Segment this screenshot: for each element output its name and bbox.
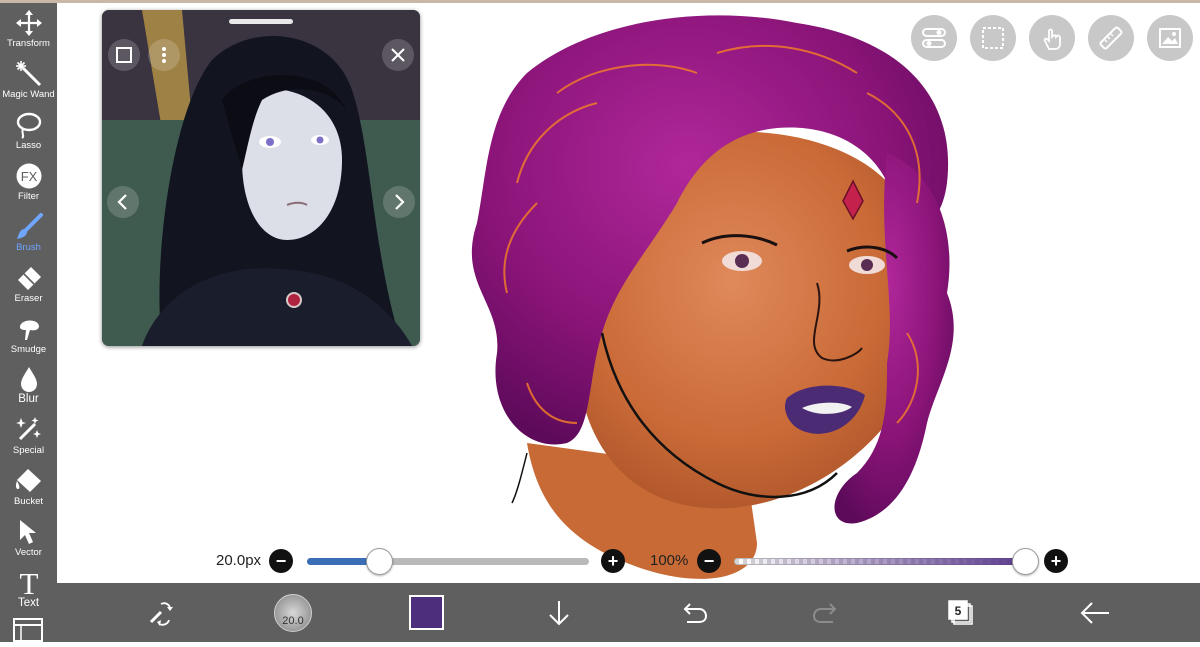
chevron-right-icon [395, 194, 405, 210]
chevron-left-icon [117, 194, 127, 210]
tool-eraser[interactable]: Eraser [0, 260, 57, 310]
tool-label: Blur [18, 393, 39, 405]
tool-special[interactable]: Special [0, 412, 57, 462]
tool-transform[interactable]: Transform [0, 5, 57, 55]
opacity-thumb[interactable] [1012, 548, 1039, 575]
transform-icon [15, 10, 42, 36]
tool-label: Bucket [13, 496, 44, 507]
text-icon: T [19, 567, 38, 597]
tool-label: Eraser [14, 293, 43, 304]
tool-label: Text [17, 597, 40, 609]
swap-button[interactable] [139, 583, 181, 642]
reference-fit-button[interactable] [108, 39, 140, 71]
color-button[interactable] [405, 583, 447, 642]
layers-icon: 5 [948, 599, 973, 625]
filter-icon: FX [16, 163, 41, 189]
lasso-icon [16, 112, 41, 139]
reference-menu-button[interactable] [148, 39, 180, 71]
ruler-button[interactable] [1088, 15, 1134, 61]
tool-smudge[interactable]: Smudge [0, 311, 57, 361]
blur-icon [20, 367, 37, 392]
settings-toggle-button[interactable] [911, 15, 957, 61]
current-color-swatch [408, 595, 444, 630]
tool-text[interactable]: T Text [0, 563, 57, 613]
tool-vector[interactable]: Vector [0, 514, 57, 564]
frame-icon[interactable] [13, 617, 43, 642]
swap-arrows-icon [149, 601, 173, 626]
special-icon [15, 417, 41, 441]
tool-label: Magic Wand [2, 89, 55, 100]
selection-icon [982, 27, 1004, 49]
toggle-icon [922, 28, 946, 48]
tool-label: Vector [15, 547, 42, 558]
tool-blur[interactable]: Blur [0, 361, 57, 411]
bottom-toolbar: 20.0 5 [57, 583, 1200, 642]
tool-label: Brush [16, 242, 41, 253]
tool-filter[interactable]: FX Filter [0, 158, 57, 208]
opacity-plus-button[interactable]: + [1044, 549, 1068, 573]
more-vertical-icon [162, 47, 166, 63]
brush-size-thumb[interactable] [366, 548, 393, 575]
undo-button[interactable] [672, 583, 714, 642]
bucket-icon [15, 469, 41, 492]
opacity-fill [734, 558, 1028, 565]
tool-label: Transform [7, 38, 50, 49]
eraser-icon [17, 267, 41, 290]
magic-wand-icon [15, 61, 41, 87]
close-icon [391, 48, 405, 62]
ruler-icon [1099, 26, 1123, 50]
tool-lasso[interactable]: Lasso [0, 107, 57, 157]
brush-icon [16, 213, 43, 239]
tool-label: Special [12, 445, 45, 456]
selection-button[interactable] [970, 15, 1016, 61]
image-icon [1159, 28, 1181, 48]
layer-count: 5 [955, 604, 962, 618]
brush-preview: 20.0 [274, 593, 312, 632]
tool-label: Filter [17, 191, 40, 202]
tool-label: Lasso [15, 140, 42, 151]
reference-window[interactable] [102, 10, 420, 346]
tool-sidebar: Transform Magic Wand Lasso FX Filter Bru… [0, 3, 57, 642]
svg-text:T: T [19, 567, 38, 597]
brush-size-value: 20.0px [216, 552, 262, 569]
arrow-down-icon [549, 600, 569, 625]
redo-icon [812, 602, 837, 623]
tool-brush[interactable]: Brush [0, 209, 57, 259]
brush-size-plus-button[interactable]: + [601, 549, 625, 573]
tool-bucket[interactable]: Bucket [0, 463, 57, 513]
arrow-left-icon [1080, 601, 1109, 624]
opacity-minus-button[interactable]: − [697, 549, 721, 573]
reference-prev-button[interactable] [107, 186, 139, 218]
brush-preview-size: 20.0 [282, 614, 304, 627]
smudge-icon [19, 320, 39, 340]
layers-button[interactable]: 5 [940, 583, 982, 642]
svg-text:FX: FX [20, 169, 37, 184]
vector-icon [19, 520, 36, 544]
hand-icon [1043, 28, 1061, 50]
reference-image-button[interactable] [1147, 15, 1193, 61]
tool-label: Smudge [10, 344, 47, 355]
opacity-value: 100% [650, 552, 689, 569]
back-button[interactable] [1074, 583, 1116, 642]
reference-close-button[interactable] [382, 39, 414, 71]
reference-drag-handle[interactable] [229, 19, 293, 24]
tool-magic-wand[interactable]: Magic Wand [0, 56, 57, 106]
redo-button[interactable] [806, 583, 848, 642]
brush-preview-button[interactable]: 20.0 [272, 583, 314, 642]
undo-icon [683, 602, 708, 623]
download-button[interactable] [538, 583, 580, 642]
brush-size-minus-button[interactable]: − [269, 549, 293, 573]
reference-next-button[interactable] [383, 186, 415, 218]
square-icon [116, 47, 132, 63]
touch-button[interactable] [1029, 15, 1075, 61]
